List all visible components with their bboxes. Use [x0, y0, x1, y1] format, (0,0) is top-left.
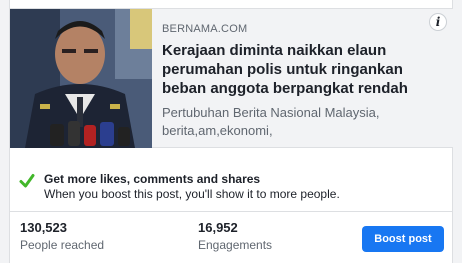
checkmark-icon: [19, 174, 35, 188]
boost-post-button[interactable]: Boost post: [362, 226, 444, 252]
people-reached-label: People reached: [20, 238, 105, 252]
link-text: BERNAMA.COM Kerajaan diminta naikkan ela…: [162, 23, 422, 140]
boost-tip-title: Get more likes, comments and shares: [44, 172, 261, 186]
police-officer-photo: [10, 9, 152, 148]
engagements-stat: 16,952 Engagements: [198, 220, 272, 252]
boost-tip-subtitle: When you boost this post, you'll show it…: [44, 187, 340, 201]
link-description: Pertubuhan Berita Nasional Malaysia, ber…: [162, 105, 380, 138]
people-reached-value: 130,523: [20, 220, 67, 235]
link-preview[interactable]: i BERNAMA.COM Kerajaan diminta naikkan e…: [10, 8, 453, 148]
article-thumbnail[interactable]: [10, 9, 152, 148]
boost-tip: Get more likes, comments and shares When…: [10, 163, 453, 203]
post-insights-card: i BERNAMA.COM Kerajaan diminta naikkan e…: [9, 0, 453, 263]
engagements-value: 16,952: [198, 220, 238, 235]
link-headline[interactable]: Kerajaan diminta naikkan elaun perumahan…: [162, 41, 422, 98]
people-reached-stat: 130,523 People reached: [20, 220, 104, 252]
engagements-label: Engagements: [198, 238, 273, 252]
link-domain: BERNAMA.COM: [162, 23, 248, 35]
info-icon[interactable]: i: [429, 13, 447, 31]
divider: [10, 211, 453, 212]
